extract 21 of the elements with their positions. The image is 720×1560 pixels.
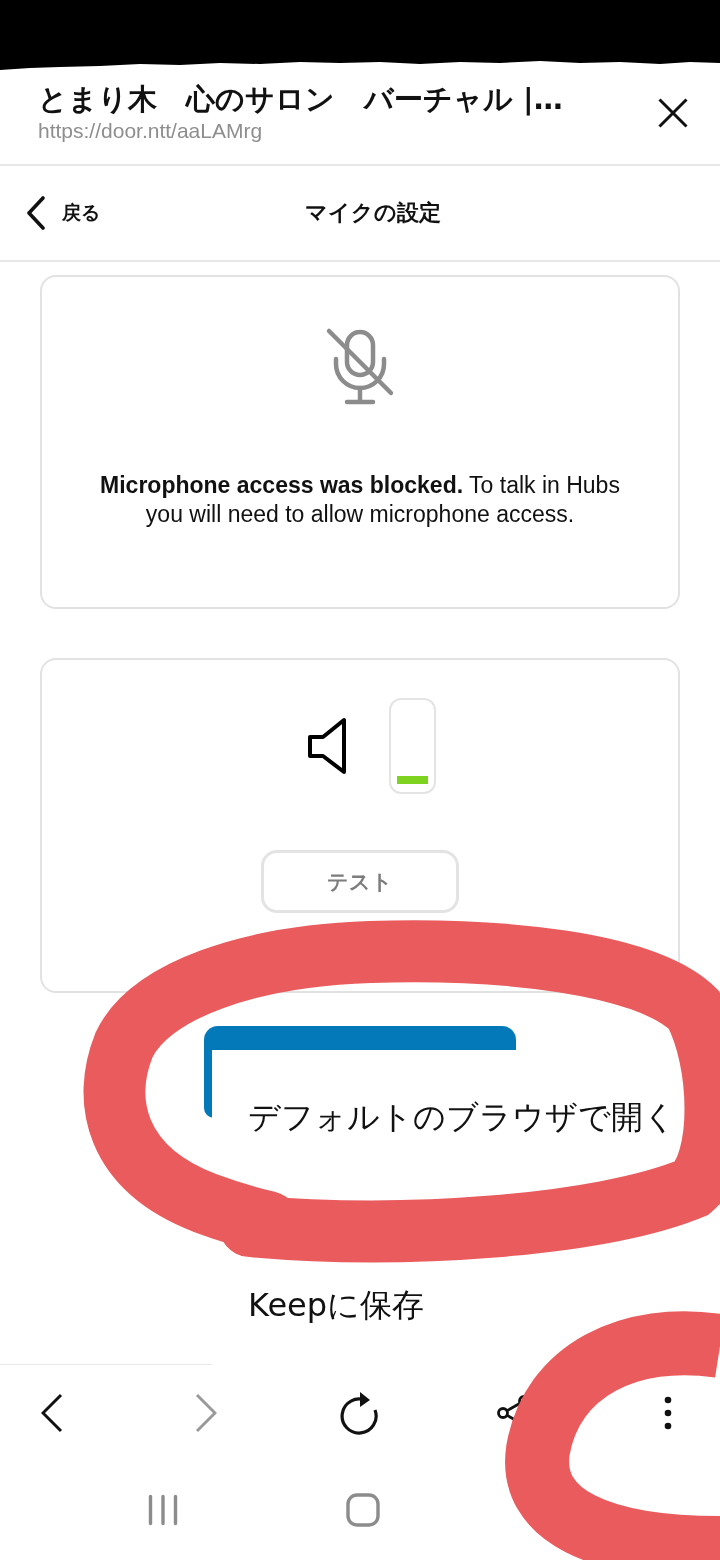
blocked-message: Microphone access was blocked. To talk in Hubs you will need to allow microphone access. <box>99 471 621 529</box>
chevron-right-icon <box>195 1392 217 1433</box>
reload-icon <box>340 1390 380 1435</box>
close-icon <box>658 98 688 128</box>
three-bars-icon <box>148 1494 178 1526</box>
microphone-off-icon <box>325 327 395 407</box>
page-title: とまり木 心のサロン バーチャル |… <box>38 82 563 116</box>
close-button[interactable] <box>658 98 688 128</box>
back-link[interactable]: 戻る <box>26 196 100 230</box>
page-url: https://door.ntt/aaLAMrg <box>38 118 263 144</box>
rounded-square-icon <box>346 1493 380 1527</box>
chevron-left-icon <box>26 196 46 230</box>
menu-item[interactable]: Keepに保存 <box>248 1284 425 1326</box>
chevron-left-icon <box>41 1392 63 1433</box>
recents-button[interactable] <box>148 1494 178 1526</box>
home-button[interactable] <box>346 1493 380 1527</box>
menu-item[interactable]: デフォルトのブラウザで開く <box>248 1096 676 1138</box>
back-label: 戻る <box>62 200 100 225</box>
test-button[interactable]: テスト <box>261 850 459 913</box>
screen-title: マイクの設定 <box>305 199 441 227</box>
more-vertical-icon <box>664 1395 672 1430</box>
